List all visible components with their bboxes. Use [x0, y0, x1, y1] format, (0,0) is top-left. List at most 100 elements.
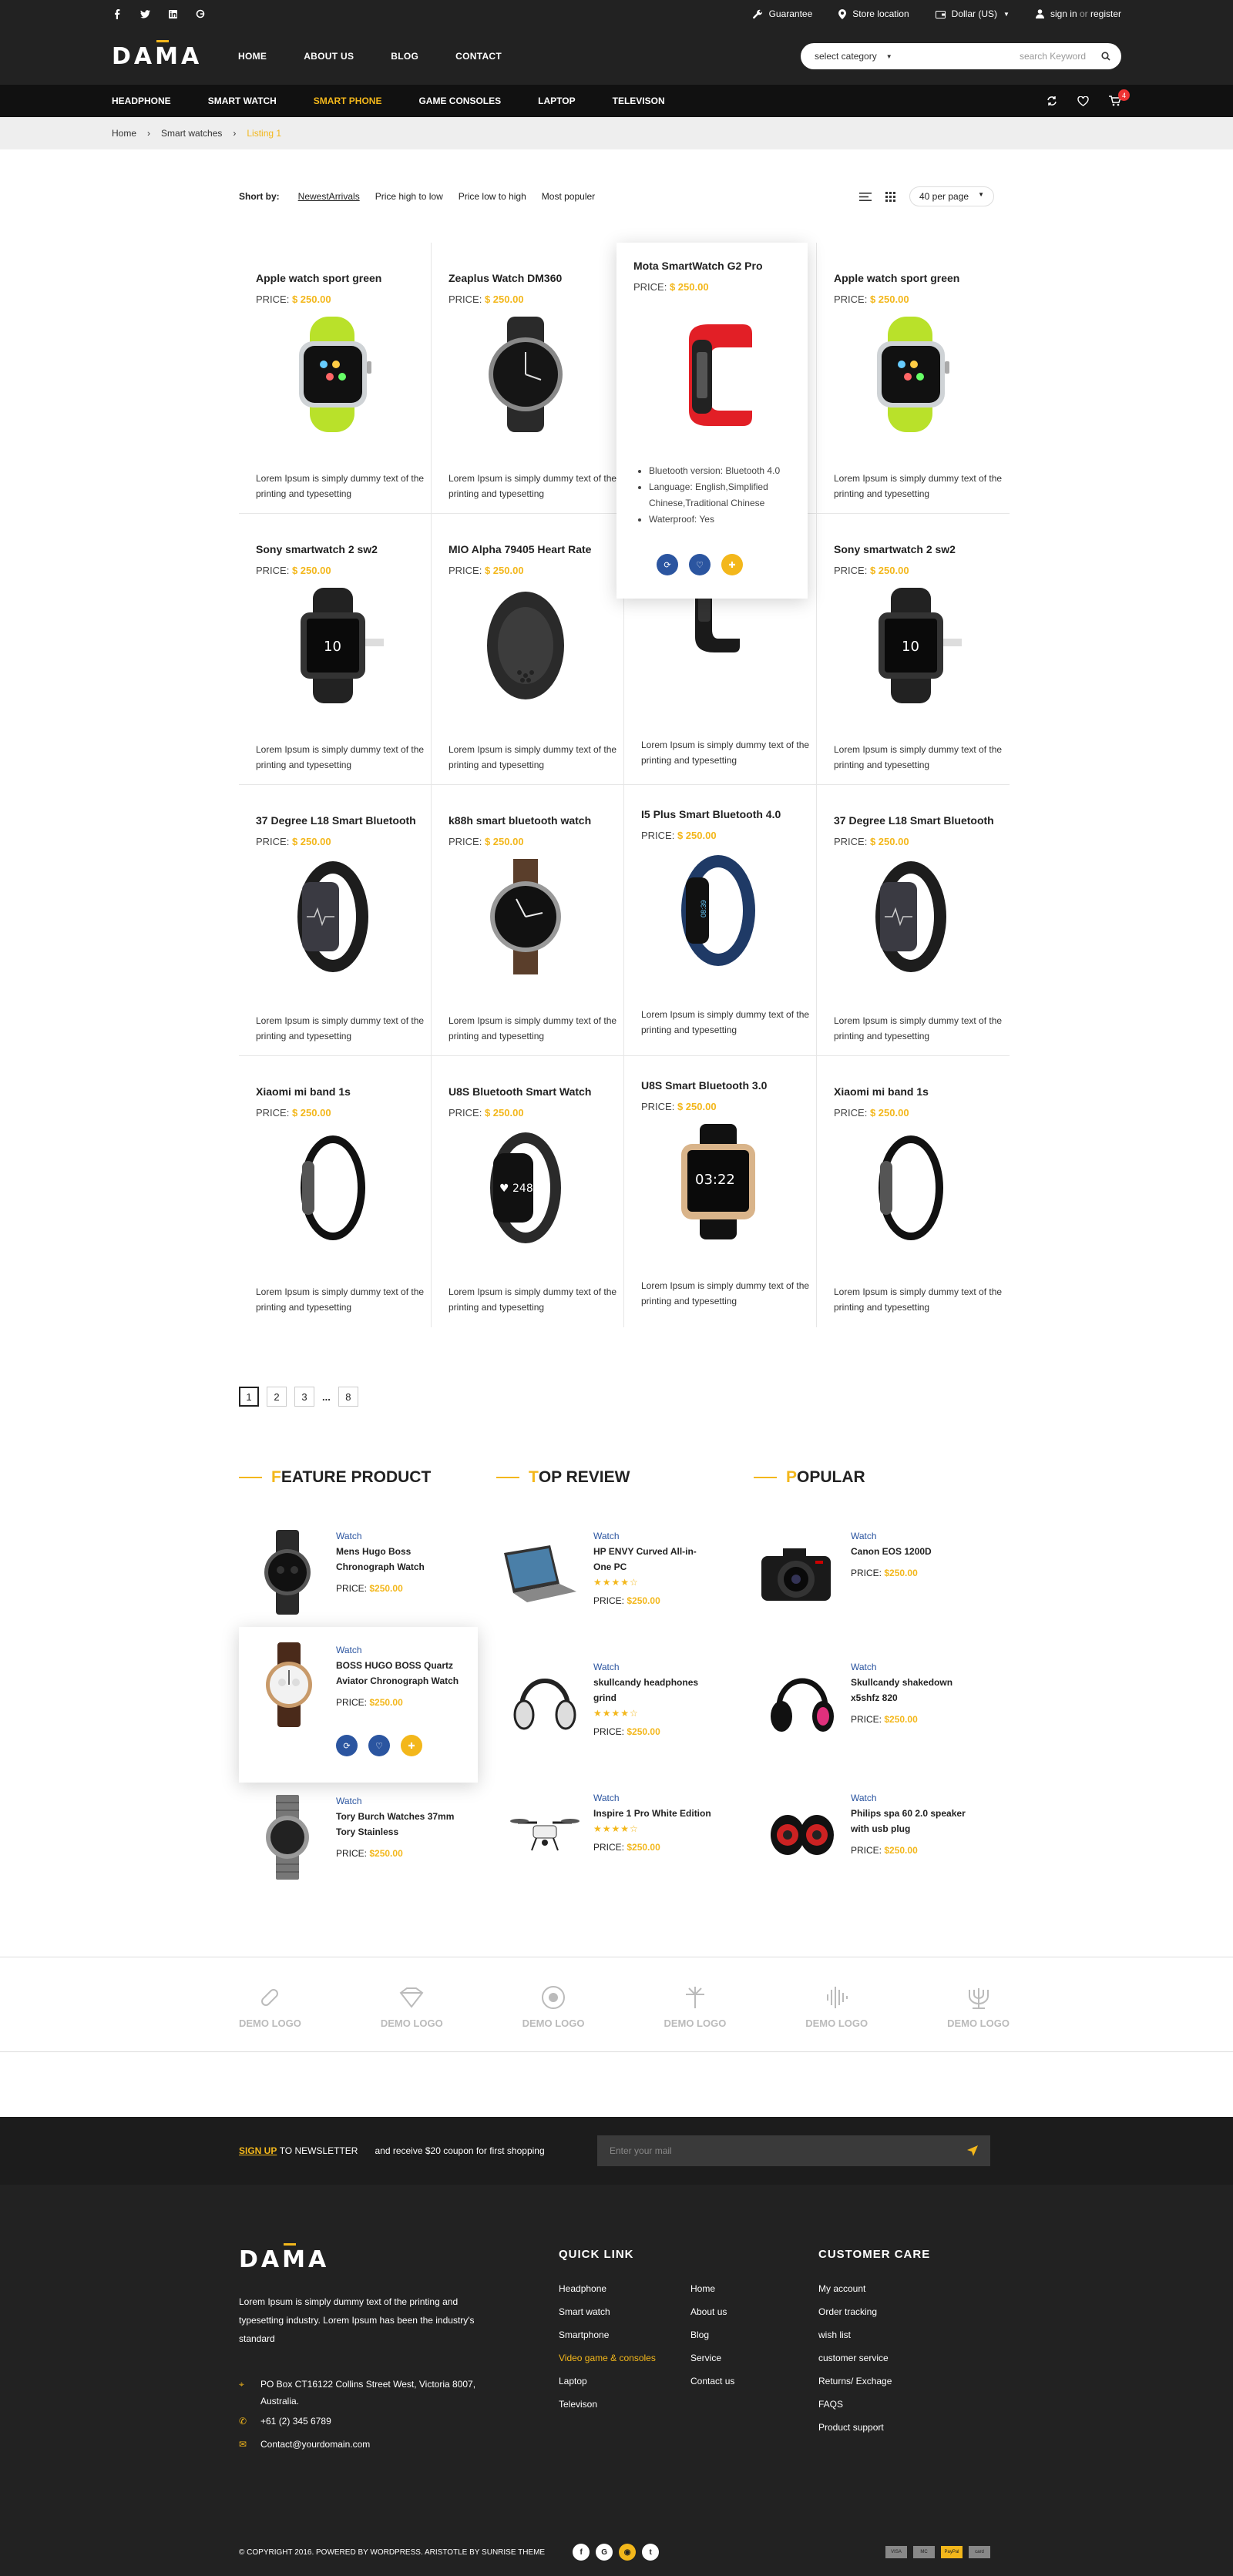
- mota-g2-band-image[interactable]: [635, 317, 789, 432]
- send-icon[interactable]: [967, 2145, 978, 2156]
- page-3[interactable]: 3: [294, 1387, 314, 1407]
- item-name[interactable]: Tory Burch Watches 37mm Tory Stainless: [336, 1809, 467, 1840]
- item-category[interactable]: Watch: [593, 1659, 709, 1675]
- product-name[interactable]: Zeaplus Watch DM360: [449, 272, 623, 284]
- rss-icon[interactable]: ◉: [619, 2544, 637, 2561]
- item-category[interactable]: Watch: [336, 1528, 436, 1544]
- guarantee-link[interactable]: Guarantee: [752, 8, 812, 19]
- footer-link[interactable]: Video game & consoles: [559, 2346, 656, 2370]
- twitter-icon[interactable]: t: [642, 2544, 660, 2561]
- popular-item[interactable]: Watch Philips spa 60 2.0 speaker with usb…: [754, 1784, 993, 1892]
- wishlist-button[interactable]: ♡: [689, 554, 711, 575]
- fitness-band-image[interactable]: [256, 859, 410, 974]
- category-laptop[interactable]: LAPTOP: [538, 96, 575, 106]
- item-name[interactable]: Philips spa 60 2.0 speaker with usb plug: [851, 1806, 974, 1836]
- search-input[interactable]: search Keyword: [1020, 51, 1086, 62]
- u8s-gold-watch-image[interactable]: 03:22: [641, 1124, 795, 1239]
- popular-item[interactable]: Watch Skullcandy shakedown x5shfz 820 PRIC…: [754, 1653, 993, 1761]
- item-name[interactable]: BOSS HUGO BOSS Quartz Aviator Chronograp…: [336, 1658, 467, 1689]
- apple-watch-green-image[interactable]: [256, 317, 410, 432]
- round-smartwatch-image[interactable]: [449, 317, 603, 432]
- register-link[interactable]: register: [1090, 8, 1121, 19]
- item-category[interactable]: Watch: [336, 1793, 467, 1809]
- pink-headphones-image[interactable]: [768, 1661, 837, 1746]
- tory-burch-watch-image[interactable]: [253, 1795, 322, 1880]
- footer-link[interactable]: Smartphone: [559, 2323, 656, 2346]
- signin-link[interactable]: sign in: [1050, 8, 1077, 19]
- nav-about[interactable]: ABOUT US: [304, 51, 354, 62]
- category-game-consoles[interactable]: GAME CONSOLES: [418, 96, 501, 106]
- product-card[interactable]: 37 Degree L18 Smart Bluetooth PRICE: $ 2…: [817, 785, 1010, 1056]
- fitness-band-image[interactable]: [834, 859, 988, 974]
- per-page-select[interactable]: 40 per page ▼: [909, 186, 994, 206]
- product-card[interactable]: Xiaomi mi band 1s PRICE: $ 250.00 Lorem …: [817, 1056, 1010, 1327]
- footer-link[interactable]: Order tracking: [818, 2300, 892, 2323]
- item-name[interactable]: Skullcandy shakedown x5shfz 820: [851, 1675, 966, 1706]
- footer-email[interactable]: ✉ Contact@yourdomain.com: [239, 2433, 484, 2456]
- footer-link[interactable]: My account: [818, 2277, 892, 2300]
- sort-newest[interactable]: NewestArrivals: [298, 191, 360, 202]
- product-name[interactable]: Sony smartwatch 2 sw2: [256, 543, 431, 555]
- footer-link[interactable]: Smart watch: [559, 2300, 656, 2323]
- u8s-watch-image[interactable]: ♥ 248: [449, 1130, 603, 1246]
- google-plus-icon[interactable]: [195, 8, 206, 19]
- site-logo[interactable]: DAMA: [112, 39, 238, 70]
- mio-alpha-heart-rate-image[interactable]: [449, 588, 603, 703]
- category-televison[interactable]: TELEVISON: [613, 96, 665, 106]
- brand-logo[interactable]: DEMO LOGO: [947, 1982, 1010, 2029]
- currency-select[interactable]: Dollar (US) ▼: [935, 8, 1010, 19]
- footer-link[interactable]: Laptop: [559, 2370, 656, 2393]
- speakers-image[interactable]: [768, 1792, 837, 1877]
- nav-blog[interactable]: BLOG: [391, 51, 418, 62]
- footer-link[interactable]: Service: [690, 2346, 734, 2370]
- product-name[interactable]: 37 Degree L18 Smart Bluetooth: [834, 814, 1010, 827]
- camera-image[interactable]: [754, 1530, 838, 1615]
- footer-link[interactable]: customer service: [818, 2346, 892, 2370]
- footer-logo[interactable]: DAMA: [239, 2243, 365, 2273]
- brand-logo[interactable]: DEMO LOGO: [805, 1982, 868, 2029]
- popular-item[interactable]: Watch Canon EOS 1200D PRICE: $250.00: [754, 1522, 993, 1630]
- review-item[interactable]: Watch skullcandy headphones grind ★★★★☆ PRI…: [496, 1653, 735, 1761]
- brand-logo[interactable]: DEMO LOGO: [239, 1982, 301, 2029]
- product-card[interactable]: Apple watch sport green PRICE: $ 250.00 …: [239, 243, 432, 514]
- product-name[interactable]: Apple watch sport green: [256, 272, 431, 284]
- k88h-watch-image[interactable]: [449, 859, 603, 974]
- item-category[interactable]: Watch: [851, 1790, 974, 1806]
- footer-link[interactable]: About us: [690, 2300, 734, 2323]
- page-1[interactable]: 1: [239, 1387, 259, 1407]
- item-category[interactable]: Watch: [593, 1790, 724, 1806]
- linkedin-icon[interactable]: [167, 8, 178, 19]
- facebook-icon[interactable]: f: [573, 2544, 590, 2561]
- laptop-image[interactable]: [496, 1530, 581, 1615]
- product-card[interactable]: U8S Bluetooth Smart Watch PRICE: $ 250.0…: [432, 1056, 624, 1327]
- grid-view-icon[interactable]: [885, 191, 895, 202]
- wishlist-button[interactable]: ♡: [368, 1735, 390, 1756]
- sony-smartwatch-image[interactable]: 10: [834, 588, 988, 703]
- item-name[interactable]: skullcandy headphones grind: [593, 1675, 709, 1706]
- compare-icon[interactable]: [1047, 96, 1057, 106]
- footer-link[interactable]: Blog: [690, 2323, 734, 2346]
- product-name[interactable]: U8S Smart Bluetooth 3.0: [641, 1079, 816, 1092]
- page-8[interactable]: 8: [338, 1387, 358, 1407]
- product-card[interactable]: k88h smart bluetooth watch PRICE: $ 250.…: [432, 785, 624, 1056]
- list-view-icon[interactable]: [859, 192, 872, 202]
- product-name[interactable]: Xiaomi mi band 1s: [256, 1085, 431, 1098]
- brand-logo[interactable]: DEMO LOGO: [664, 1982, 726, 2029]
- product-name[interactable]: Apple watch sport green: [834, 272, 1010, 284]
- product-card[interactable]: Xiaomi mi band 1s PRICE: $ 250.00 Lorem …: [239, 1056, 432, 1327]
- featured-item[interactable]: Watch Tory Burch Watches 37mm Tory Stainl…: [239, 1787, 478, 1895]
- item-name[interactable]: Inspire 1 Pro White Edition: [593, 1806, 724, 1821]
- item-category[interactable]: Watch: [336, 1642, 467, 1658]
- product-name[interactable]: 37 Degree L18 Smart Bluetooth: [256, 814, 431, 827]
- product-name[interactable]: Xiaomi mi band 1s: [834, 1085, 1010, 1098]
- add-to-cart-button[interactable]: ✚: [721, 554, 743, 575]
- nav-home[interactable]: HOME: [238, 51, 267, 62]
- product-card[interactable]: U8S Smart Bluetooth 3.0 PRICE: $ 250.00 …: [624, 1056, 817, 1327]
- category-headphone[interactable]: HEADPHONE: [112, 96, 171, 106]
- search-icon[interactable]: [1101, 52, 1110, 61]
- footer-link[interactable]: Contact us: [690, 2370, 734, 2393]
- product-name[interactable]: I5 Plus Smart Bluetooth 4.0: [641, 808, 816, 820]
- featured-item-hover-card[interactable]: Watch BOSS HUGO BOSS Quartz Aviator Chron…: [239, 1627, 478, 1783]
- apple-watch-green-image[interactable]: [834, 317, 988, 432]
- item-name[interactable]: Canon EOS 1200D: [851, 1544, 966, 1559]
